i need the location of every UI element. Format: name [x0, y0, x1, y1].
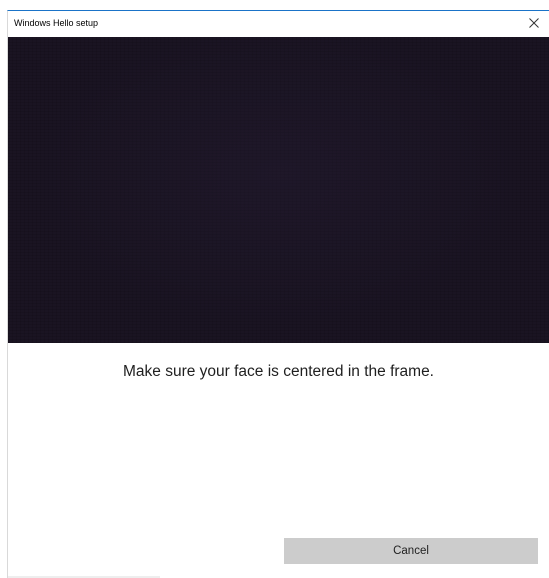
- cancel-button[interactable]: Cancel: [284, 538, 538, 564]
- window-title: Windows Hello setup: [14, 18, 99, 28]
- windows-hello-dialog: Windows Hello setup Make sure your face …: [7, 10, 549, 578]
- instruction-text: Make sure your face is centered in the f…: [122, 363, 434, 380]
- title-bar[interactable]: Windows Hello setup: [8, 11, 549, 37]
- close-icon: [529, 18, 539, 28]
- camera-preview: [8, 37, 549, 343]
- close-button[interactable]: [519, 11, 549, 35]
